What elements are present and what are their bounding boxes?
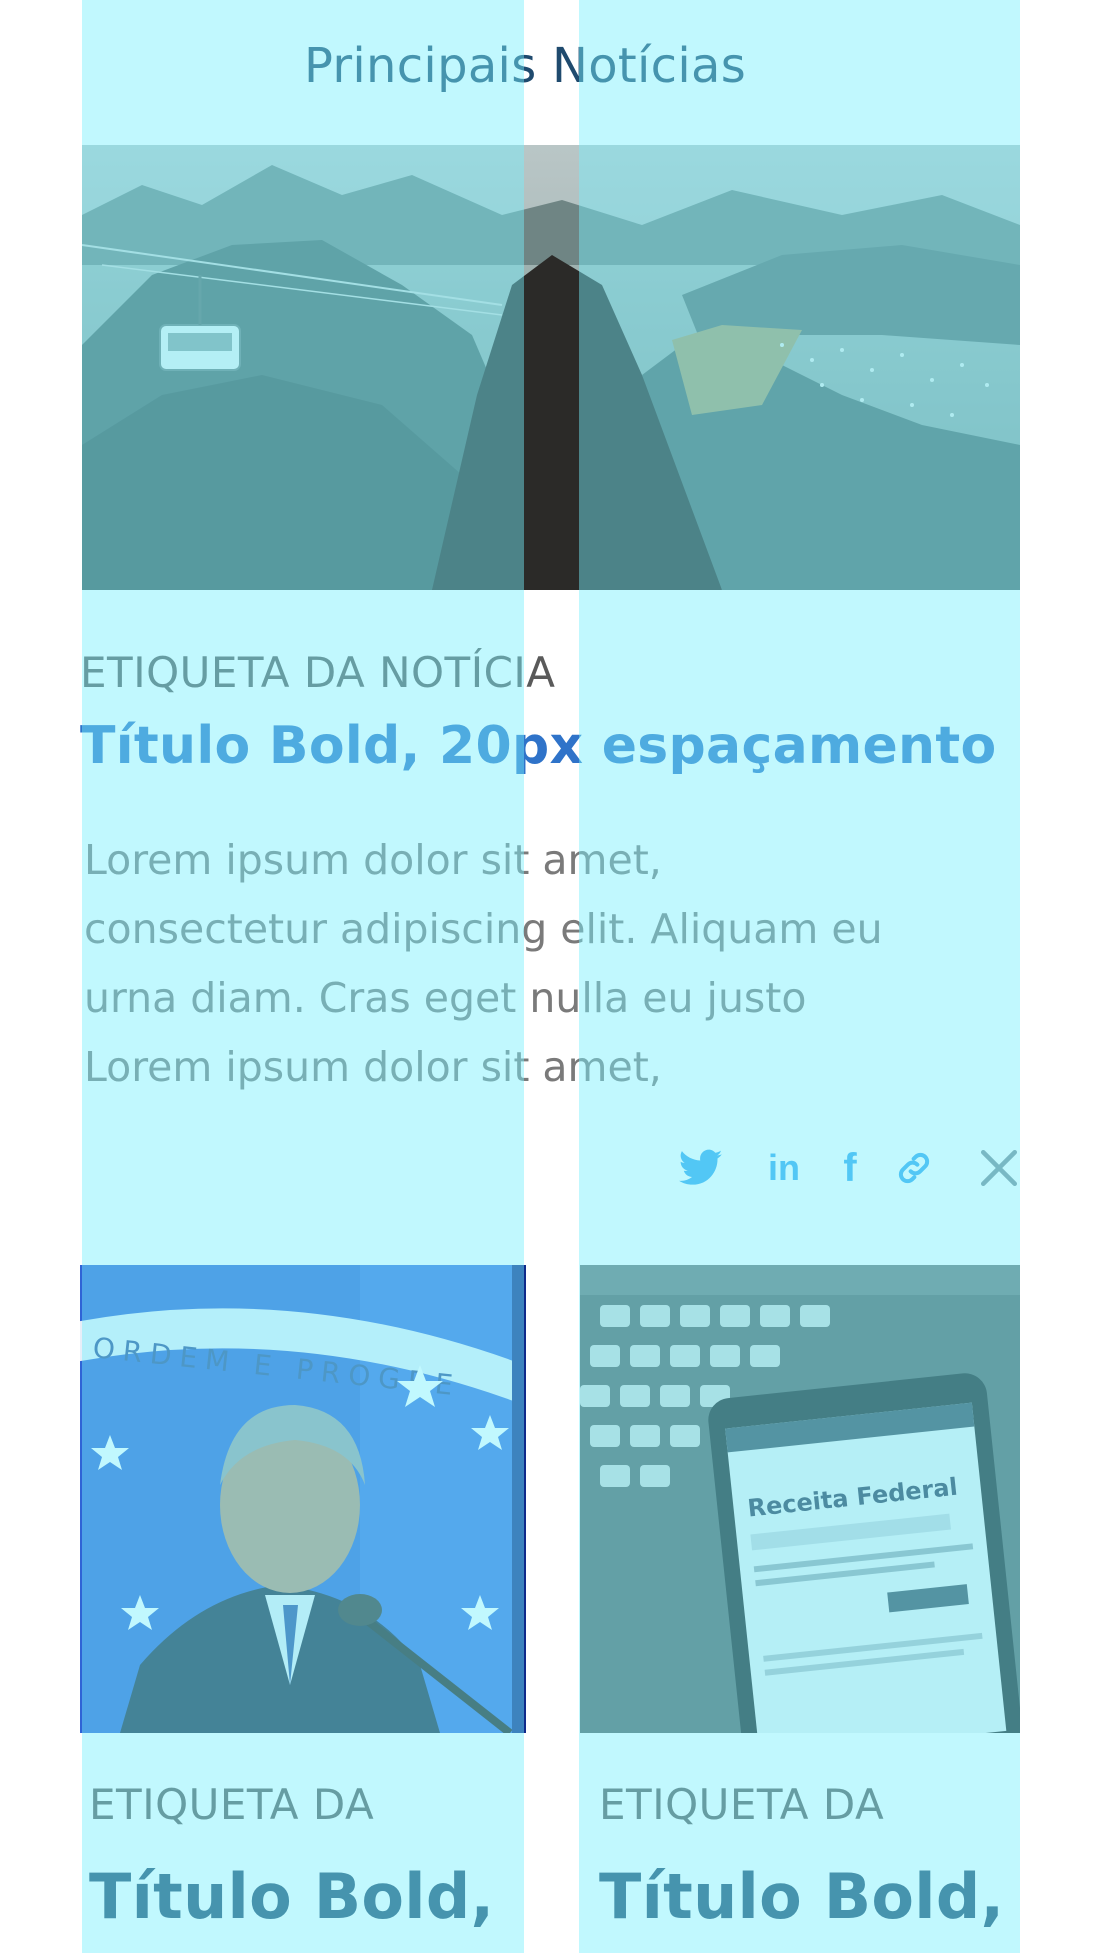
news-page: Principais Notícias ETIQUETA DA NOTÍCIA … — [0, 0, 1100, 1953]
excerpt-line: urna diam. Cras eget nulla eu justo — [84, 974, 807, 1022]
card-tag: ETIQUETA DA — [599, 1780, 885, 1829]
close-icon[interactable] — [976, 1140, 1022, 1196]
excerpt-line: Lorem ipsum dolor sit amet, — [84, 836, 662, 884]
news-excerpt: Lorem ipsum dolor sit amet, consectetur … — [84, 826, 984, 1102]
excerpt-line: Lorem ipsum dolor sit amet, — [84, 1043, 662, 1091]
card-image[interactable]: ORDEM E PROGRE — [80, 1265, 526, 1733]
facebook-icon[interactable]: f — [834, 1140, 866, 1196]
portrait-photo-icon: ORDEM E PROGRE — [80, 1265, 526, 1733]
card-title[interactable]: Título Bold, — [89, 1860, 494, 1933]
share-bar: in f — [670, 1140, 1030, 1196]
news-title[interactable]: Título Bold, 20px espaçamento — [80, 716, 997, 776]
phone-keyboard-photo-icon: Receita Federal — [580, 1265, 1020, 1733]
link-icon[interactable] — [892, 1140, 936, 1196]
section-title: Principais Notícias — [303, 38, 747, 94]
news-tag: ETIQUETA DA NOTÍCIA — [80, 648, 556, 697]
card-title[interactable]: Título Bold, — [599, 1860, 1004, 1933]
excerpt-line: consectetur adipiscing elit. Aliquam eu — [84, 905, 883, 953]
featured-news-image[interactable] — [82, 145, 1020, 590]
card-image[interactable]: Receita Federal — [580, 1265, 1020, 1733]
linkedin-icon[interactable]: in — [762, 1140, 806, 1196]
card-tag: ETIQUETA DA — [89, 1780, 375, 1829]
twitter-icon[interactable] — [676, 1140, 726, 1196]
landscape-photo-icon — [82, 145, 1020, 590]
